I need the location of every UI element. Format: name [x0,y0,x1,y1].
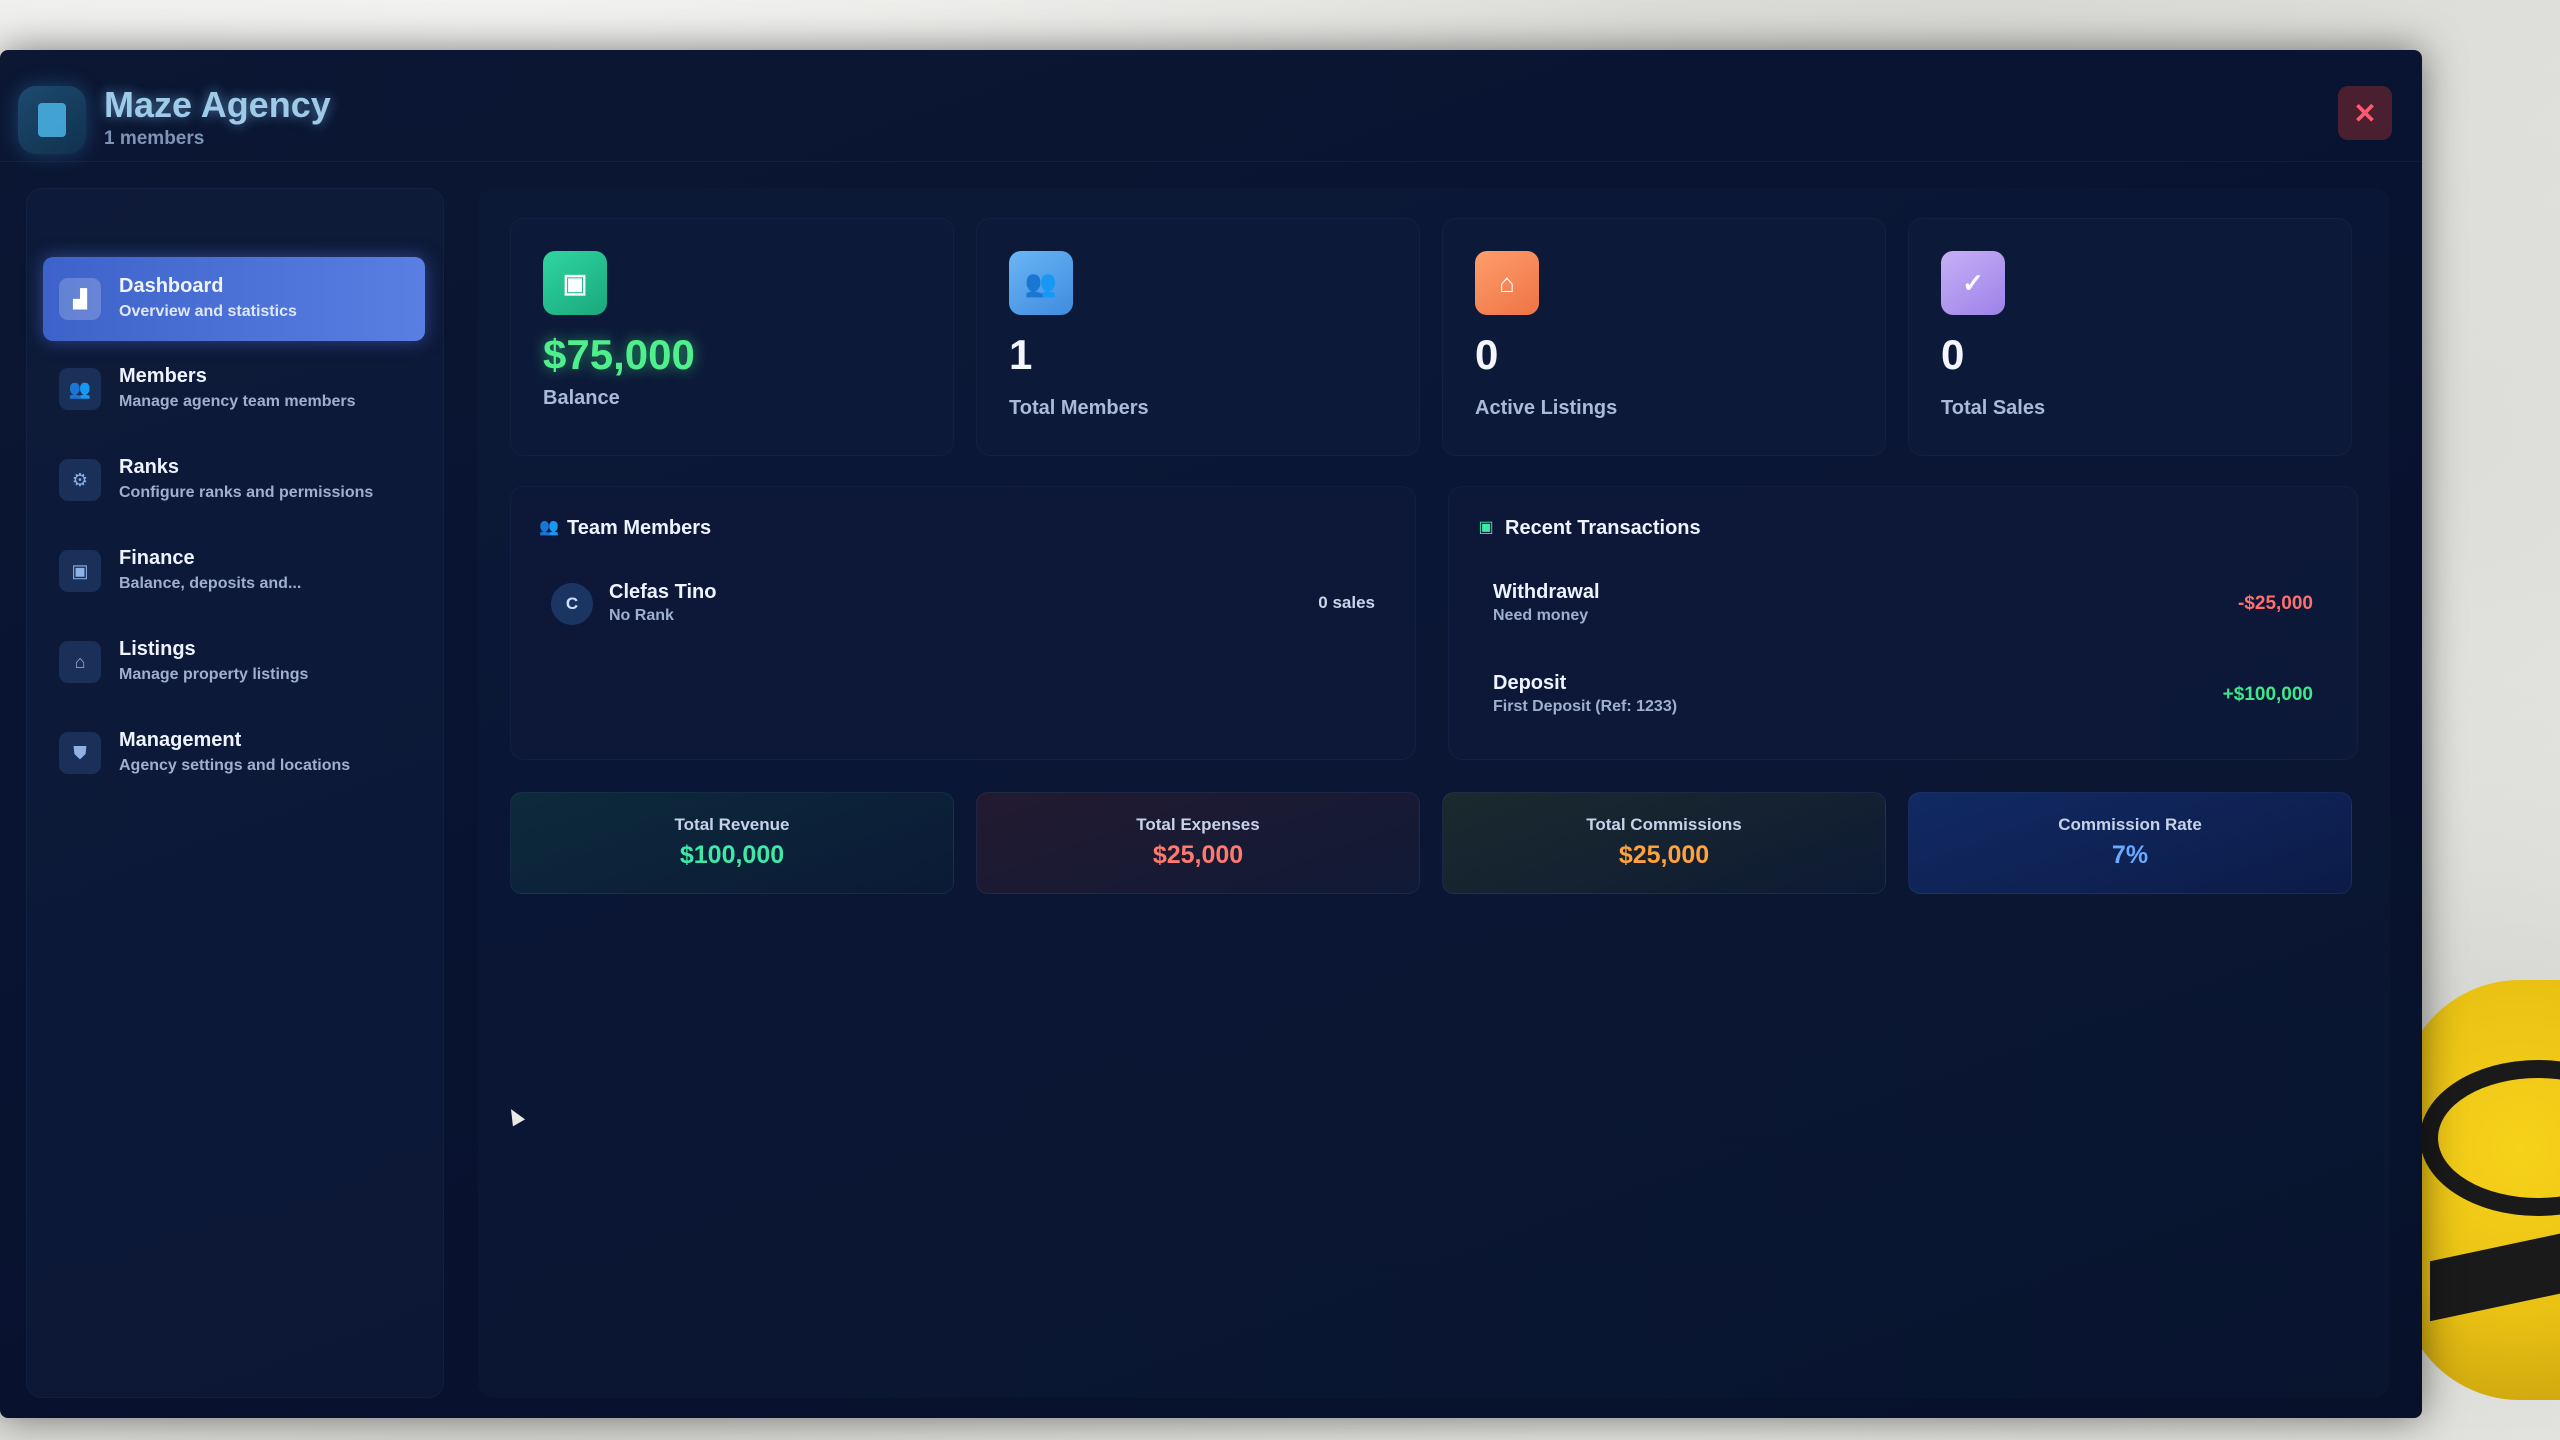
stat-card-balance: ▣ $75,000 Balance [510,218,954,456]
agency-logo-icon [18,86,86,154]
stat-label: Balance [543,387,620,409]
transaction-row: Deposit First Deposit (Ref: 1233) +$100,… [1493,672,2313,732]
money-icon: ▣ [1478,519,1494,536]
transaction-row: Withdrawal Need money -$25,000 [1493,581,2313,641]
sidebar-item-ranks[interactable]: ⚙ Ranks Configure ranks and permissions [43,438,425,522]
wallet-icon: ▣ [59,550,101,592]
summary-label: Total Commissions [1586,815,1742,834]
team-members-panel: 👥 Team Members C Clefas Tino No Rank 0 s… [510,486,1416,760]
home-icon: ⌂ [1475,251,1539,315]
stat-value: 1 [1009,331,1033,378]
sidebar-item-description: Agency settings and locations [119,757,351,774]
summary-value: 7% [2111,841,2149,869]
stat-card-listings: ⌂ 0 Active Listings [1442,218,1886,456]
panel-title: Team Members [567,517,712,539]
home-icon: ⌂ [59,641,101,683]
stat-value: 0 [1475,331,1499,378]
stat-label: Total Members [1009,397,1149,419]
sidebar-item-label: Ranks [119,456,180,478]
sidebar-item-description: Configure ranks and permissions [119,484,374,501]
sidebar-item-label: Dashboard [119,275,224,297]
wallet-icon: ▣ [543,251,607,315]
sidebar: ▟ Dashboard Overview and statistics 👥 Me… [26,188,444,1398]
sidebar-item-members[interactable]: 👥 Members Manage agency team members [43,347,425,431]
shield-icon: ⛊ [59,732,101,774]
stat-label: Total Sales [1941,397,2046,419]
gear-icon: ⚙ [59,459,101,501]
dashboard-main: ▣ $75,000 Balance 👥 1 Total Members ⌂ 0 … [478,188,2390,1398]
member-row[interactable]: C Clefas Tino No Rank 0 sales [551,575,1375,635]
stat-label: Active Listings [1475,397,1618,419]
summary-total-commissions: Total Commissions $25,000 [1442,792,1886,894]
summary-label: Commission Rate [2058,815,2202,834]
stat-value: 0 [1941,331,1965,378]
users-icon: 👥 [59,368,101,410]
sidebar-item-label: Listings [119,638,196,660]
summary-value: $100,000 [679,841,785,869]
summary-label: Total Revenue [674,815,790,834]
stat-card-members: 👥 1 Total Members [976,218,1420,456]
member-rank: No Rank [609,607,674,624]
window-header: Maze Agency 1 members ✕ [0,50,2422,162]
member-sales: 0 sales [1318,593,1375,612]
transaction-note: Need money [1493,607,1589,624]
transaction-amount: -$25,000 [2237,593,2313,614]
member-name: Clefas Tino [609,581,717,603]
transaction-amount: +$100,000 [2222,684,2313,705]
recent-transactions-panel: ▣ Recent Transactions Withdrawal Need mo… [1448,486,2358,760]
summary-total-expenses: Total Expenses $25,000 [976,792,1420,894]
summary-total-revenue: Total Revenue $100,000 [510,792,954,894]
transaction-note: First Deposit (Ref: 1233) [1493,698,1678,715]
users-icon: 👥 [539,519,559,536]
stat-value: $75,000 [543,331,695,378]
sidebar-item-label: Management [119,729,242,751]
panel-title: Recent Transactions [1505,517,1701,539]
check-circle-icon: ✓ [1941,251,2005,315]
sidebar-item-description: Manage agency team members [119,393,356,410]
sidebar-item-label: Members [119,365,207,387]
sidebar-item-dashboard[interactable]: ▟ Dashboard Overview and statistics [43,257,425,341]
app-title: Maze Agency [104,84,331,125]
sidebar-item-description: Overview and statistics [119,303,297,320]
stat-card-sales: ✓ 0 Total Sales [1908,218,2352,456]
sidebar-item-description: Balance, deposits and... [119,575,302,592]
sidebar-item-label: Finance [119,547,195,569]
close-icon: ✕ [2353,97,2377,129]
sidebar-item-finance[interactable]: ▣ Finance Balance, deposits and... [43,529,425,613]
sidebar-item-management[interactable]: ⛊ Management Agency settings and locatio… [43,711,425,795]
close-button[interactable]: ✕ [2338,86,2392,140]
users-icon: 👥 [1009,251,1073,315]
chart-icon: ▟ [59,278,101,320]
agency-window: Maze Agency 1 members ✕ ▟ Dashboard Over… [0,50,2422,1418]
background-sticker [2400,980,2560,1400]
transaction-type: Deposit [1493,672,1567,694]
sidebar-item-listings[interactable]: ⌂ Listings Manage property listings [43,620,425,704]
summary-label: Total Expenses [1136,815,1260,834]
transaction-type: Withdrawal [1493,581,1600,603]
member-count: 1 members [104,128,205,149]
summary-value: $25,000 [1152,841,1244,869]
summary-value: $25,000 [1618,841,1710,869]
summary-commission-rate: Commission Rate 7% [1908,792,2352,894]
avatar: C [551,583,593,625]
sidebar-item-description: Manage property listings [119,666,309,683]
